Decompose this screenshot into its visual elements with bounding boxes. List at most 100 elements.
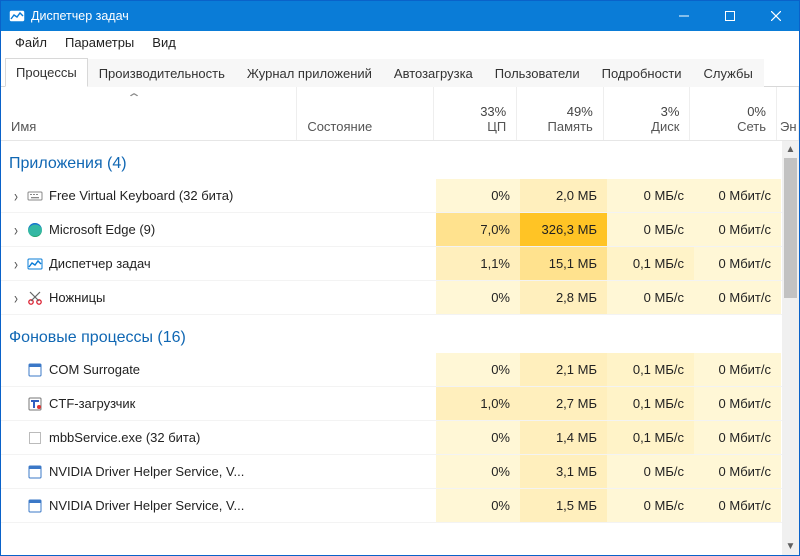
- cell-name: CTF-загрузчик: [1, 387, 299, 420]
- process-row[interactable]: NVIDIA Driver Helper Service, V... 0% 3,…: [1, 455, 782, 489]
- cell-cpu: 0%: [436, 489, 520, 522]
- process-row[interactable]: › Microsoft Edge (9) 7,0% 326,3 МБ 0 МБ/…: [1, 213, 782, 247]
- process-icon: [27, 188, 43, 204]
- cell-memory: 2,7 МБ: [520, 387, 607, 420]
- col-name[interactable]: ⌃ Имя: [1, 87, 297, 140]
- rows-viewport: Приложения (4) › Free Virtual Keyboard (…: [1, 141, 799, 555]
- process-icon: [27, 396, 43, 412]
- expand-icon[interactable]: ›: [11, 186, 21, 206]
- cell-network: 0 Мбит/с: [694, 353, 781, 386]
- window-title: Диспетчер задач: [31, 9, 661, 23]
- expand-icon[interactable]: ›: [11, 220, 21, 240]
- col-energy-label: Эн: [780, 119, 795, 134]
- process-row[interactable]: COM Surrogate 0% 2,1 МБ 0,1 МБ/с 0 Мбит/…: [1, 353, 782, 387]
- task-manager-window: Диспетчер задач Файл Параметры Вид Проце…: [0, 0, 800, 556]
- cell-disk: 0 МБ/с: [607, 213, 694, 246]
- cell-status: [299, 353, 436, 386]
- cell-memory: 2,0 МБ: [520, 179, 607, 212]
- tab-performance[interactable]: Производительность: [88, 59, 236, 87]
- cell-cpu: 0%: [436, 281, 520, 314]
- col-mem-label: Память: [548, 119, 593, 134]
- cell-network: 0 Мбит/с: [694, 281, 781, 314]
- cell-status: [299, 387, 436, 420]
- content: ⌃ Имя Состояние 33% ЦП 49% Память 3% Дис…: [1, 87, 799, 555]
- cell-cpu: 1,0%: [436, 387, 520, 420]
- cell-memory: 15,1 МБ: [520, 247, 607, 280]
- cell-disk: 0,1 МБ/с: [607, 387, 694, 420]
- cell-memory: 2,1 МБ: [520, 353, 607, 386]
- cell-disk: 0 МБ/с: [607, 179, 694, 212]
- menu-view[interactable]: Вид: [144, 33, 184, 52]
- process-row[interactable]: › Free Virtual Keyboard (32 бита) 0% 2,0…: [1, 179, 782, 213]
- tab-startup[interactable]: Автозагрузка: [383, 59, 484, 87]
- cell-status: [299, 281, 436, 314]
- col-mem-pct: 49%: [567, 104, 593, 119]
- scroll-up-icon[interactable]: ▲: [782, 141, 799, 158]
- scroll-thumb[interactable]: [784, 158, 797, 298]
- menu-file[interactable]: Файл: [7, 33, 55, 52]
- scroll-down-icon[interactable]: ▼: [782, 538, 799, 555]
- maximize-button[interactable]: [707, 1, 753, 31]
- cell-cpu: 1,1%: [436, 247, 520, 280]
- cell-status: [299, 179, 436, 212]
- cell-cpu: 0%: [436, 353, 520, 386]
- cell-status: [299, 455, 436, 488]
- taskmgr-icon: [9, 8, 25, 24]
- cell-network: 0 Мбит/с: [694, 489, 781, 522]
- process-name: mbbService.exe (32 бита): [49, 430, 200, 445]
- cell-disk: 0,1 МБ/с: [607, 421, 694, 454]
- cell-name: COM Surrogate: [1, 353, 299, 386]
- cell-disk: 0,1 МБ/с: [607, 353, 694, 386]
- cell-cpu: 0%: [436, 179, 520, 212]
- process-row[interactable]: CTF-загрузчик 1,0% 2,7 МБ 0,1 МБ/с 0 Мби…: [1, 387, 782, 421]
- process-name: NVIDIA Driver Helper Service, V...: [49, 464, 244, 479]
- section-background: Фоновые процессы (16): [1, 315, 782, 353]
- cell-network: 0 Мбит/с: [694, 387, 781, 420]
- process-row[interactable]: NVIDIA Driver Helper Service, V... 0% 1,…: [1, 489, 782, 523]
- col-name-label: Имя: [11, 119, 36, 134]
- process-icon: [27, 498, 43, 514]
- tab-details[interactable]: Подробности: [591, 59, 693, 87]
- col-cpu[interactable]: 33% ЦП: [434, 87, 518, 140]
- close-button[interactable]: [753, 1, 799, 31]
- process-name: CTF-загрузчик: [49, 396, 135, 411]
- tab-app-history[interactable]: Журнал приложений: [236, 59, 383, 87]
- col-network[interactable]: 0% Сеть: [690, 87, 777, 140]
- menu-options[interactable]: Параметры: [57, 33, 142, 52]
- cell-memory: 2,8 МБ: [520, 281, 607, 314]
- tab-processes[interactable]: Процессы: [5, 58, 88, 87]
- tab-services[interactable]: Службы: [693, 59, 764, 87]
- cell-network: 0 Мбит/с: [694, 247, 781, 280]
- expand-icon[interactable]: ›: [11, 288, 21, 308]
- tabstrip: Процессы Производительность Журнал прило…: [1, 53, 799, 87]
- cell-name: › Free Virtual Keyboard (32 бита): [1, 179, 299, 212]
- process-icon: [27, 430, 43, 446]
- cell-memory: 3,1 МБ: [520, 455, 607, 488]
- process-row[interactable]: › Диспетчер задач 1,1% 15,1 МБ 0,1 МБ/с …: [1, 247, 782, 281]
- cell-memory: 1,5 МБ: [520, 489, 607, 522]
- process-icon: [27, 256, 43, 272]
- cell-disk: 0 МБ/с: [607, 455, 694, 488]
- col-energy[interactable]: Эн: [777, 87, 799, 140]
- col-disk-pct: 3%: [661, 104, 680, 119]
- minimize-button[interactable]: [661, 1, 707, 31]
- sort-indicator-icon: ⌃: [126, 91, 142, 105]
- col-memory[interactable]: 49% Память: [517, 87, 604, 140]
- tab-users[interactable]: Пользователи: [484, 59, 591, 87]
- cell-cpu: 0%: [436, 455, 520, 488]
- cell-status: [299, 213, 436, 246]
- process-icon: [27, 464, 43, 480]
- process-row[interactable]: mbbService.exe (32 бита) 0% 1,4 МБ 0,1 М…: [1, 421, 782, 455]
- titlebar: Диспетчер задач: [1, 1, 799, 31]
- cell-status: [299, 421, 436, 454]
- vertical-scrollbar[interactable]: ▲ ▼: [782, 141, 799, 555]
- cell-name: NVIDIA Driver Helper Service, V...: [1, 489, 299, 522]
- col-disk[interactable]: 3% Диск: [604, 87, 691, 140]
- cell-name: NVIDIA Driver Helper Service, V...: [1, 455, 299, 488]
- col-status[interactable]: Состояние: [297, 87, 433, 140]
- process-row[interactable]: › Ножницы 0% 2,8 МБ 0 МБ/с 0 Мбит/с: [1, 281, 782, 315]
- cell-name: mbbService.exe (32 бита): [1, 421, 299, 454]
- scroll-track[interactable]: [782, 158, 799, 538]
- expand-icon[interactable]: ›: [11, 254, 21, 274]
- process-icon: [27, 362, 43, 378]
